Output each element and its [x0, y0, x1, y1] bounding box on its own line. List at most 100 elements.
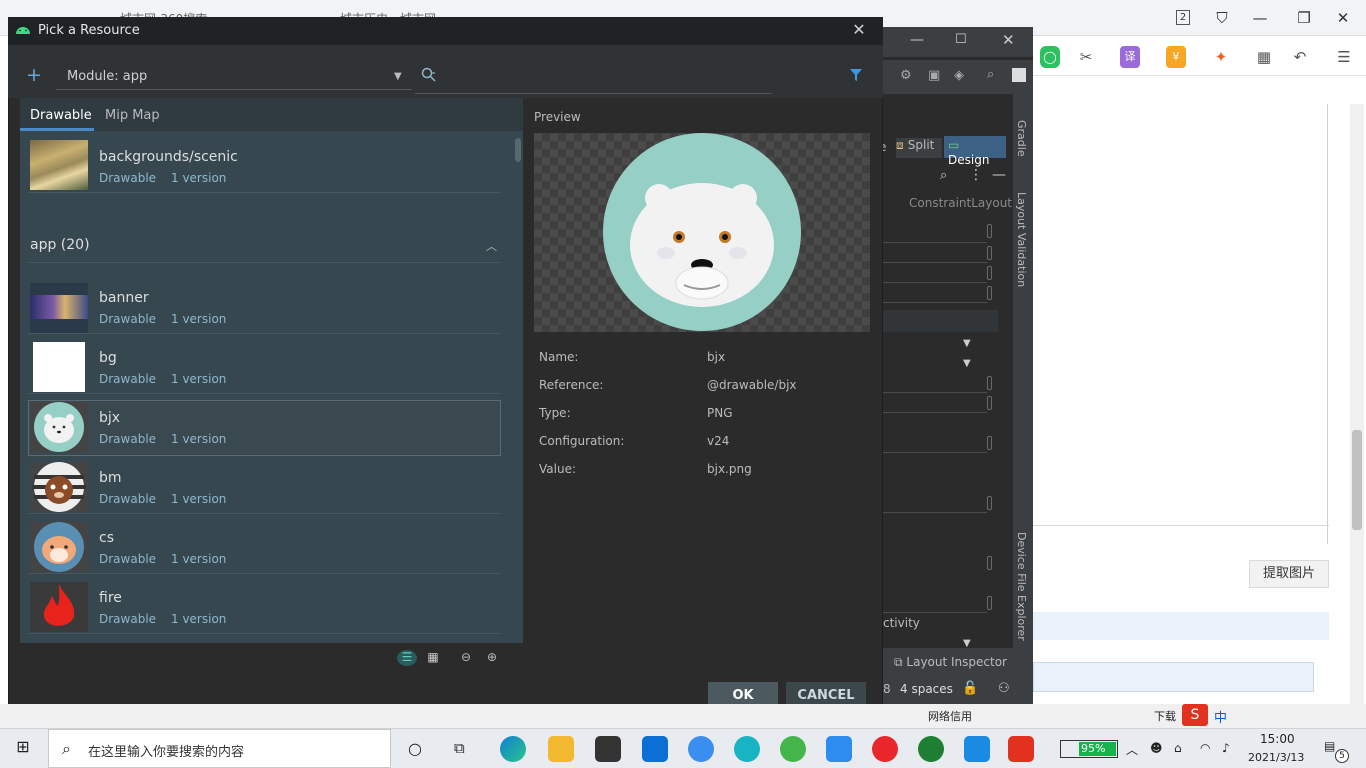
battery-indicator[interactable]: 95% — [1060, 740, 1118, 758]
banner-thumbnail — [30, 283, 88, 333]
zoom-in-icon[interactable]: ⊕ — [482, 650, 502, 666]
minimize-icon[interactable]: — — [1250, 8, 1270, 28]
zoom-out-icon[interactable]: ⊖ — [456, 650, 476, 666]
dropdown-arrow-icon[interactable]: ▼ — [963, 338, 971, 349]
wechat-icon[interactable]: ◯ — [1040, 46, 1060, 68]
gradle-tab[interactable]: Gradle — [1015, 120, 1028, 157]
wifi-icon[interactable]: ◠ — [1200, 741, 1210, 755]
property-value-value: bjx.png — [707, 462, 752, 476]
edge-icon[interactable] — [500, 736, 526, 762]
cs-thumbnail — [30, 522, 88, 572]
attr-search-icon[interactable]: ⌕ — [940, 168, 947, 183]
scrollbar-thumb[interactable] — [1352, 430, 1362, 530]
mail-icon[interactable] — [642, 736, 668, 762]
qq-icon[interactable]: ☻ — [1150, 741, 1163, 755]
battery-percent: 95% — [1081, 742, 1106, 755]
store-icon[interactable] — [595, 736, 621, 762]
attr-field[interactable] — [987, 246, 992, 260]
list-scrollbar[interactable] — [515, 138, 521, 162]
attr-field[interactable] — [987, 556, 992, 570]
bjx-thumbnail — [30, 402, 88, 452]
volume-icon[interactable]: ♪ — [1222, 741, 1230, 755]
ide-search-icon[interactable]: ⌕ — [987, 67, 994, 82]
collapse-icon[interactable]: — — [992, 167, 1006, 183]
list-item-selected[interactable] — [28, 400, 501, 456]
tab-count-badge[interactable]: 2 — [1176, 10, 1190, 25]
extract-image-button[interactable]: 提取图片 — [1249, 560, 1329, 588]
grid-apps-icon[interactable]: ▦ — [1254, 46, 1274, 68]
windows-start-icon[interactable]: ⊞ — [14, 738, 32, 756]
attr-field[interactable] — [987, 596, 992, 610]
attr-row — [883, 512, 987, 513]
ide-run-icon[interactable]: ⚙ — [900, 68, 912, 83]
clock-date[interactable]: 2021/3/13 — [1248, 751, 1304, 764]
app-l-icon[interactable] — [688, 736, 714, 762]
network-icon[interactable]: ⌂ — [1174, 741, 1182, 755]
page-input[interactable] — [1033, 662, 1314, 692]
tray-expand-icon[interactable]: ︿ — [1126, 741, 1138, 758]
tab-drawable[interactable]: Drawable — [20, 104, 102, 127]
scrollbar[interactable] — [1350, 104, 1364, 704]
netease-music-icon[interactable] — [872, 736, 898, 762]
ide-sdk-icon[interactable]: ◈ — [954, 68, 964, 83]
layout-inspector-button[interactable]: ⧉ Layout Inspector — [894, 655, 1007, 670]
split-icon: ⧈ — [896, 138, 904, 152]
attr-field[interactable] — [987, 396, 992, 410]
maximize-icon[interactable]: ❐ — [1294, 8, 1314, 28]
tab-mip-map[interactable]: Mip Map — [95, 104, 170, 127]
more-icon[interactable]: ⋮ — [969, 167, 983, 183]
resource-type: Drawable — [99, 171, 157, 185]
download-link[interactable]: 下载 — [1154, 708, 1176, 724]
attr-field[interactable] — [987, 376, 992, 390]
attr-field[interactable] — [987, 266, 992, 280]
shirt-icon[interactable]: ⛉ — [1212, 8, 1232, 28]
device-file-explorer-tab[interactable]: Device File Explorer — [1015, 532, 1028, 641]
menu-icon[interactable]: ☰ — [1334, 46, 1354, 68]
translate-icon[interactable]: 译 — [1120, 46, 1140, 68]
undo-icon[interactable]: ↶ — [1290, 46, 1310, 68]
app-blue-icon[interactable] — [826, 736, 852, 762]
sogou-ime-icon[interactable]: S — [1182, 704, 1208, 726]
cortana-icon[interactable]: ○ — [408, 739, 422, 758]
group-header[interactable]: app (20) — [30, 237, 90, 253]
scissors-icon[interactable]: ✂ — [1074, 46, 1098, 68]
ime-label[interactable]: 中 — [1214, 707, 1227, 726]
task-view-icon[interactable]: ⧉ — [454, 739, 465, 757]
chevron-up-icon[interactable]: ︿ — [486, 238, 497, 254]
ide-close-icon[interactable]: ✕ — [1002, 31, 1016, 49]
attr-field[interactable] — [987, 286, 992, 300]
ide-maximize-icon[interactable]: ☐ — [955, 32, 969, 47]
add-resource-icon[interactable]: + — [24, 64, 44, 86]
attr-field[interactable] — [987, 224, 992, 238]
ide-avatar[interactable] — [1012, 68, 1026, 82]
android-studio-icon[interactable] — [918, 736, 944, 762]
event-log-icon[interactable]: ⚇ — [998, 681, 1010, 696]
file-explorer-icon[interactable] — [548, 736, 574, 762]
credit-link[interactable]: 网络信用 — [928, 708, 972, 724]
active-tab-indicator — [20, 128, 94, 131]
indent-setting[interactable]: 4 spaces — [900, 682, 953, 696]
phone-app-icon[interactable] — [964, 736, 990, 762]
layout-validation-tab[interactable]: Layout Validation — [1015, 192, 1028, 287]
attr-field[interactable] — [987, 436, 992, 450]
design-toggle[interactable]: ▭ Design — [944, 136, 1006, 167]
lock-icon[interactable]: 🔓 — [962, 681, 978, 696]
resource-name: backgrounds/scenic — [99, 149, 238, 165]
ide-minimize-icon[interactable]: — — [910, 32, 924, 48]
filter-icon[interactable] — [850, 69, 862, 81]
clock-time[interactable]: 15:00 — [1260, 732, 1295, 746]
dropdown-arrow-icon[interactable]: ▼ — [963, 358, 971, 369]
shield-yen-icon[interactable]: ¥ — [1166, 46, 1186, 68]
ide-device-icon[interactable]: ▣ — [928, 68, 940, 83]
browser-360-icon[interactable] — [780, 736, 806, 762]
close-icon[interactable]: ✕ — [848, 19, 870, 41]
split-toggle[interactable]: ⧈ Split — [896, 138, 942, 158]
game-icon[interactable]: ✦ — [1210, 46, 1232, 68]
attr-field[interactable] — [987, 496, 992, 510]
sogou-app-icon[interactable] — [1008, 736, 1034, 762]
grid-view-icon[interactable]: ▦ — [423, 650, 443, 666]
close-icon[interactable]: ✕ — [1333, 8, 1353, 28]
app-teal-icon[interactable] — [734, 736, 760, 762]
list-view-icon[interactable]: ☰ — [397, 650, 417, 666]
resource-search-input[interactable] — [415, 62, 772, 94]
